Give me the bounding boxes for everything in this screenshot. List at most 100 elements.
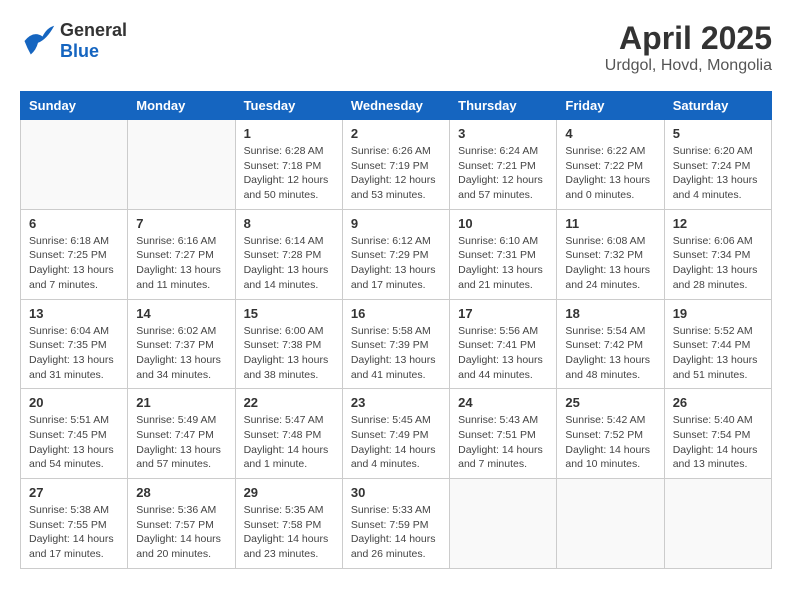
logo: General Blue bbox=[20, 20, 127, 62]
calendar-day-cell: 29Sunrise: 5:35 AM Sunset: 7:58 PM Dayli… bbox=[235, 479, 342, 569]
day-number: 17 bbox=[458, 306, 548, 321]
day-detail: Sunrise: 5:43 AM Sunset: 7:51 PM Dayligh… bbox=[458, 413, 548, 472]
calendar-day-cell: 7 Sunrise: 6:16 AM Sunset: 7:27 PM Daylig… bbox=[128, 209, 235, 299]
day-detail: Sunrise: 6:22 AM Sunset: 7:22 PM Dayligh… bbox=[565, 144, 655, 203]
logo-text: General Blue bbox=[60, 20, 127, 62]
day-of-week-header: Monday bbox=[128, 92, 235, 120]
calendar-header-row: SundayMondayTuesdayWednesdayThursdayFrid… bbox=[21, 92, 772, 120]
day-of-week-header: Wednesday bbox=[342, 92, 449, 120]
calendar-day-cell: 14 Sunrise: 6:02 AM Sunset: 7:37 PM Dayli… bbox=[128, 299, 235, 389]
calendar-day-cell: 26Sunrise: 5:40 AM Sunset: 7:54 PM Dayli… bbox=[664, 389, 771, 479]
calendar-day-cell: 19 Sunrise: 5:52 AM Sunset: 7:44 PM Dayli… bbox=[664, 299, 771, 389]
day-detail: Sunrise: 5:51 AM Sunset: 7:45 PM Dayligh… bbox=[29, 413, 119, 472]
day-number: 16 bbox=[351, 306, 441, 321]
calendar-day-cell: 13Sunrise: 6:04 AM Sunset: 7:35 PM Dayli… bbox=[21, 299, 128, 389]
day-detail: Sunrise: 6:08 AM Sunset: 7:32 PM Dayligh… bbox=[565, 234, 655, 293]
day-detail: Sunrise: 5:33 AM Sunset: 7:59 PM Dayligh… bbox=[351, 503, 441, 562]
calendar-day-cell: 18 Sunrise: 5:54 AM Sunset: 7:42 PM Dayli… bbox=[557, 299, 664, 389]
calendar-day-cell: 11 Sunrise: 6:08 AM Sunset: 7:32 PM Dayli… bbox=[557, 209, 664, 299]
day-detail: Sunrise: 5:45 AM Sunset: 7:49 PM Dayligh… bbox=[351, 413, 441, 472]
day-number: 2 bbox=[351, 126, 441, 141]
calendar-day-cell: 21Sunrise: 5:49 AM Sunset: 7:47 PM Dayli… bbox=[128, 389, 235, 479]
day-number: 7 bbox=[136, 216, 226, 231]
general-blue-icon bbox=[20, 23, 56, 59]
calendar-day-cell: 12 Sunrise: 6:06 AM Sunset: 7:34 PM Dayli… bbox=[664, 209, 771, 299]
day-of-week-header: Sunday bbox=[21, 92, 128, 120]
calendar-day-cell: 16 Sunrise: 5:58 AM Sunset: 7:39 PM Dayli… bbox=[342, 299, 449, 389]
day-detail: Sunrise: 6:00 AM Sunset: 7:38 PM Dayligh… bbox=[244, 324, 334, 383]
calendar-day-cell: 22 Sunrise: 5:47 AM Sunset: 7:48 PM Dayli… bbox=[235, 389, 342, 479]
day-number: 5 bbox=[673, 126, 763, 141]
calendar-day-cell: 10 Sunrise: 6:10 AM Sunset: 7:31 PM Dayli… bbox=[450, 209, 557, 299]
day-detail: Sunrise: 6:06 AM Sunset: 7:34 PM Dayligh… bbox=[673, 234, 763, 293]
calendar-day-cell bbox=[557, 479, 664, 569]
day-detail: Sunrise: 5:47 AM Sunset: 7:48 PM Dayligh… bbox=[244, 413, 334, 472]
day-detail: Sunrise: 5:54 AM Sunset: 7:42 PM Dayligh… bbox=[565, 324, 655, 383]
day-detail: Sunrise: 5:58 AM Sunset: 7:39 PM Dayligh… bbox=[351, 324, 441, 383]
day-detail: Sunrise: 6:24 AM Sunset: 7:21 PM Dayligh… bbox=[458, 144, 548, 203]
day-number: 22 bbox=[244, 395, 334, 410]
day-number: 23 bbox=[351, 395, 441, 410]
calendar-day-cell: 23 Sunrise: 5:45 AM Sunset: 7:49 PM Dayli… bbox=[342, 389, 449, 479]
day-number: 19 bbox=[673, 306, 763, 321]
day-detail: Sunrise: 5:42 AM Sunset: 7:52 PM Dayligh… bbox=[565, 413, 655, 472]
day-detail: Sunrise: 6:02 AM Sunset: 7:37 PM Dayligh… bbox=[136, 324, 226, 383]
title-block: April 2025 Urdgol, Hovd, Mongolia bbox=[605, 20, 772, 75]
calendar-day-cell: 17 Sunrise: 5:56 AM Sunset: 7:41 PM Dayli… bbox=[450, 299, 557, 389]
calendar-day-cell: 25Sunrise: 5:42 AM Sunset: 7:52 PM Dayli… bbox=[557, 389, 664, 479]
calendar-table: SundayMondayTuesdayWednesdayThursdayFrid… bbox=[20, 91, 772, 569]
logo-blue: Blue bbox=[60, 41, 127, 62]
day-detail: Sunrise: 6:20 AM Sunset: 7:24 PM Dayligh… bbox=[673, 144, 763, 203]
calendar-day-cell bbox=[128, 120, 235, 210]
day-number: 15 bbox=[244, 306, 334, 321]
day-detail: Sunrise: 5:36 AM Sunset: 7:57 PM Dayligh… bbox=[136, 503, 226, 562]
calendar-week-row: 13Sunrise: 6:04 AM Sunset: 7:35 PM Dayli… bbox=[21, 299, 772, 389]
day-number: 8 bbox=[244, 216, 334, 231]
calendar-day-cell: 1Sunrise: 6:28 AM Sunset: 7:18 PM Daylig… bbox=[235, 120, 342, 210]
day-detail: Sunrise: 6:12 AM Sunset: 7:29 PM Dayligh… bbox=[351, 234, 441, 293]
calendar-day-cell bbox=[664, 479, 771, 569]
day-of-week-header: Tuesday bbox=[235, 92, 342, 120]
day-number: 20 bbox=[29, 395, 119, 410]
day-number: 3 bbox=[458, 126, 548, 141]
day-detail: Sunrise: 6:14 AM Sunset: 7:28 PM Dayligh… bbox=[244, 234, 334, 293]
calendar-day-cell bbox=[21, 120, 128, 210]
day-detail: Sunrise: 6:18 AM Sunset: 7:25 PM Dayligh… bbox=[29, 234, 119, 293]
day-number: 12 bbox=[673, 216, 763, 231]
calendar-week-row: 20 Sunrise: 5:51 AM Sunset: 7:45 PM Dayli… bbox=[21, 389, 772, 479]
day-number: 9 bbox=[351, 216, 441, 231]
day-number: 14 bbox=[136, 306, 226, 321]
calendar-title: April 2025 bbox=[605, 20, 772, 57]
calendar-day-cell: 2 Sunrise: 6:26 AM Sunset: 7:19 PM Daylig… bbox=[342, 120, 449, 210]
day-number: 10 bbox=[458, 216, 548, 231]
day-of-week-header: Thursday bbox=[450, 92, 557, 120]
day-detail: Sunrise: 5:56 AM Sunset: 7:41 PM Dayligh… bbox=[458, 324, 548, 383]
page-header: General Blue April 2025 Urdgol, Hovd, Mo… bbox=[20, 20, 772, 75]
day-detail: Sunrise: 5:40 AM Sunset: 7:54 PM Dayligh… bbox=[673, 413, 763, 472]
day-number: 11 bbox=[565, 216, 655, 231]
calendar-day-cell: 30Sunrise: 5:33 AM Sunset: 7:59 PM Dayli… bbox=[342, 479, 449, 569]
calendar-week-row: 1Sunrise: 6:28 AM Sunset: 7:18 PM Daylig… bbox=[21, 120, 772, 210]
calendar-day-cell: 20 Sunrise: 5:51 AM Sunset: 7:45 PM Dayli… bbox=[21, 389, 128, 479]
day-of-week-header: Saturday bbox=[664, 92, 771, 120]
day-detail: Sunrise: 5:52 AM Sunset: 7:44 PM Dayligh… bbox=[673, 324, 763, 383]
calendar-day-cell: 3 Sunrise: 6:24 AM Sunset: 7:21 PM Daylig… bbox=[450, 120, 557, 210]
calendar-day-cell: 4 Sunrise: 6:22 AM Sunset: 7:22 PM Daylig… bbox=[557, 120, 664, 210]
calendar-day-cell: 9 Sunrise: 6:12 AM Sunset: 7:29 PM Daylig… bbox=[342, 209, 449, 299]
calendar-day-cell: 15 Sunrise: 6:00 AM Sunset: 7:38 PM Dayli… bbox=[235, 299, 342, 389]
day-detail: Sunrise: 6:16 AM Sunset: 7:27 PM Dayligh… bbox=[136, 234, 226, 293]
day-detail: Sunrise: 6:10 AM Sunset: 7:31 PM Dayligh… bbox=[458, 234, 548, 293]
day-detail: Sunrise: 6:26 AM Sunset: 7:19 PM Dayligh… bbox=[351, 144, 441, 203]
day-detail: Sunrise: 5:38 AM Sunset: 7:55 PM Dayligh… bbox=[29, 503, 119, 562]
day-number: 27 bbox=[29, 485, 119, 500]
day-number: 18 bbox=[565, 306, 655, 321]
day-number: 29 bbox=[244, 485, 334, 500]
day-detail: Sunrise: 6:04 AM Sunset: 7:35 PM Dayligh… bbox=[29, 324, 119, 383]
calendar-subtitle: Urdgol, Hovd, Mongolia bbox=[605, 57, 772, 75]
day-detail: Sunrise: 6:28 AM Sunset: 7:18 PM Dayligh… bbox=[244, 144, 334, 203]
calendar-day-cell: 27 Sunrise: 5:38 AM Sunset: 7:55 PM Dayli… bbox=[21, 479, 128, 569]
day-number: 28 bbox=[136, 485, 226, 500]
calendar-day-cell bbox=[450, 479, 557, 569]
day-number: 4 bbox=[565, 126, 655, 141]
calendar-day-cell: 8 Sunrise: 6:14 AM Sunset: 7:28 PM Daylig… bbox=[235, 209, 342, 299]
